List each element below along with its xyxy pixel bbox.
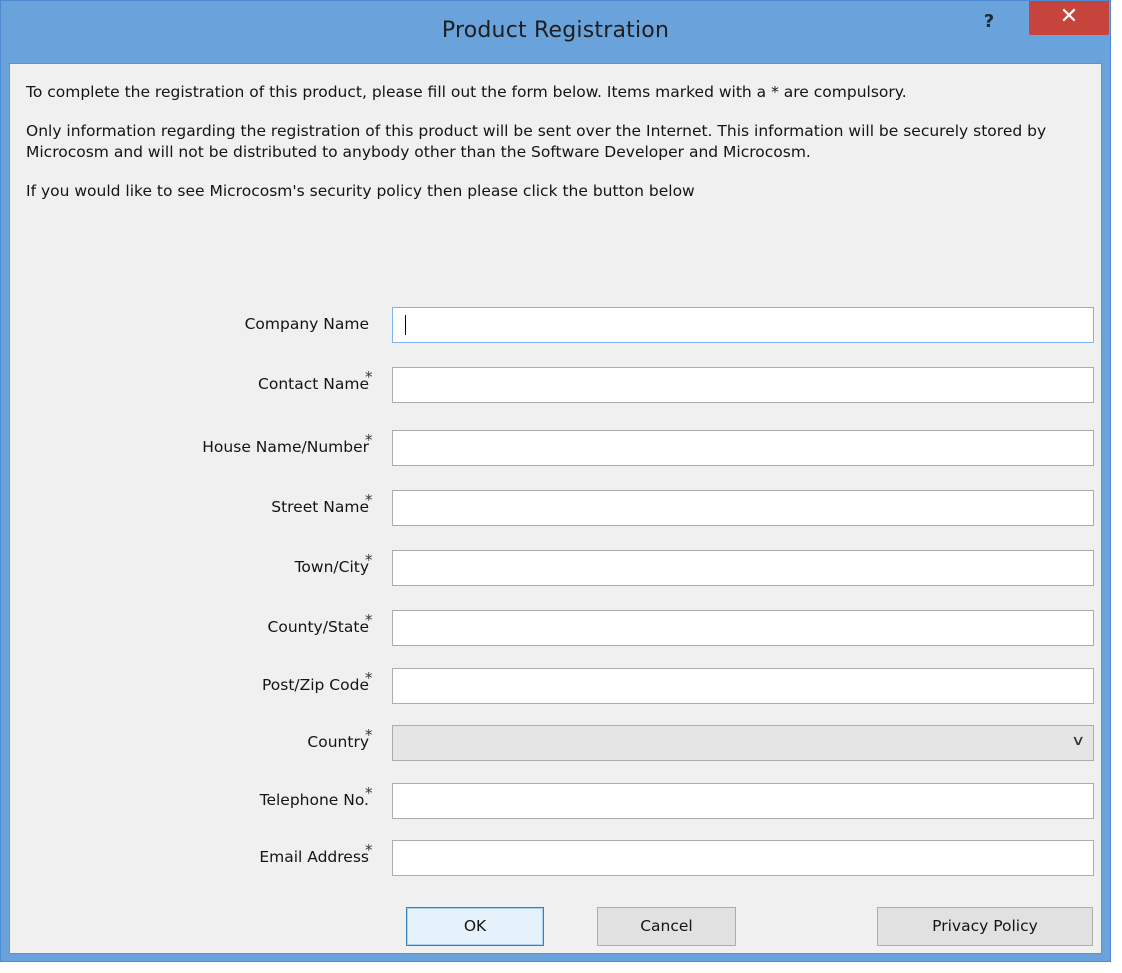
required-marker: * — [365, 491, 373, 509]
chevron-down-icon[interactable]: ∨ — [1071, 733, 1085, 749]
help-button[interactable]: ? — [967, 7, 1011, 39]
house-label: House Name/Number — [202, 438, 369, 456]
required-marker: * — [365, 431, 373, 449]
close-icon: ✕ — [1059, 4, 1079, 29]
window-title: Product Registration — [441, 18, 670, 43]
intro-text: To complete the registration of this pro… — [26, 82, 1092, 202]
contact-name-label: Contact Name — [258, 375, 369, 393]
country-select[interactable]: ∨ — [392, 725, 1094, 761]
street-input[interactable] — [392, 490, 1094, 526]
cancel-button[interactable]: Cancel — [597, 907, 736, 946]
close-button[interactable]: ✕ — [1029, 1, 1109, 35]
help-icon: ? — [983, 11, 995, 32]
company-name-label: Company Name — [244, 315, 369, 333]
title-bar[interactable]: Product Registration ? ✕ — [1, 1, 1110, 64]
house-row: House Name/Number * — [10, 430, 1103, 466]
email-input[interactable] — [392, 840, 1094, 876]
required-marker: * — [365, 611, 373, 629]
required-marker: * — [365, 726, 373, 744]
country-label: Country — [307, 733, 369, 751]
county-input[interactable] — [392, 610, 1094, 646]
postcode-label: Post/Zip Code — [261, 676, 369, 694]
telephone-row: Telephone No. * — [10, 783, 1103, 819]
county-label: County/State — [267, 618, 369, 636]
contact-name-input[interactable] — [392, 367, 1094, 403]
email-label: Email Address — [259, 848, 369, 866]
required-marker: * — [365, 841, 373, 859]
postcode-row: Post/Zip Code * — [10, 668, 1103, 704]
street-row: Street Name * — [10, 490, 1103, 526]
intro-required-note: To complete the registration of this pro… — [26, 83, 907, 101]
ok-button[interactable]: OK — [406, 907, 544, 946]
town-row: Town/City * — [10, 550, 1103, 586]
town-input[interactable] — [392, 550, 1094, 586]
town-label: Town/City — [294, 558, 369, 576]
required-marker: * — [365, 551, 373, 569]
privacy-policy-button[interactable]: Privacy Policy — [877, 907, 1093, 946]
company-name-input[interactable] — [392, 307, 1094, 343]
text-caret — [405, 315, 406, 335]
email-row: Email Address * — [10, 840, 1103, 876]
intro-policy-note: If you would like to see Microcosm's sec… — [26, 182, 695, 200]
required-marker: * — [365, 784, 373, 802]
registration-dialog: Product Registration ? ✕ To complete the… — [0, 0, 1111, 962]
telephone-label: Telephone No. — [259, 791, 369, 809]
postcode-input[interactable] — [392, 668, 1094, 704]
company-name-row: Company Name — [10, 307, 1103, 343]
street-label: Street Name — [271, 498, 369, 516]
telephone-input[interactable] — [392, 783, 1094, 819]
contact-name-row: Contact Name * — [10, 367, 1103, 403]
county-row: County/State * — [10, 610, 1103, 646]
required-marker: * — [365, 368, 373, 386]
house-input[interactable] — [392, 430, 1094, 466]
country-row: Country * ∨ — [10, 725, 1103, 761]
intro-privacy-note: Only information regarding the registrat… — [26, 122, 1047, 161]
required-marker: * — [365, 669, 373, 687]
dialog-body: To complete the registration of this pro… — [9, 63, 1102, 954]
